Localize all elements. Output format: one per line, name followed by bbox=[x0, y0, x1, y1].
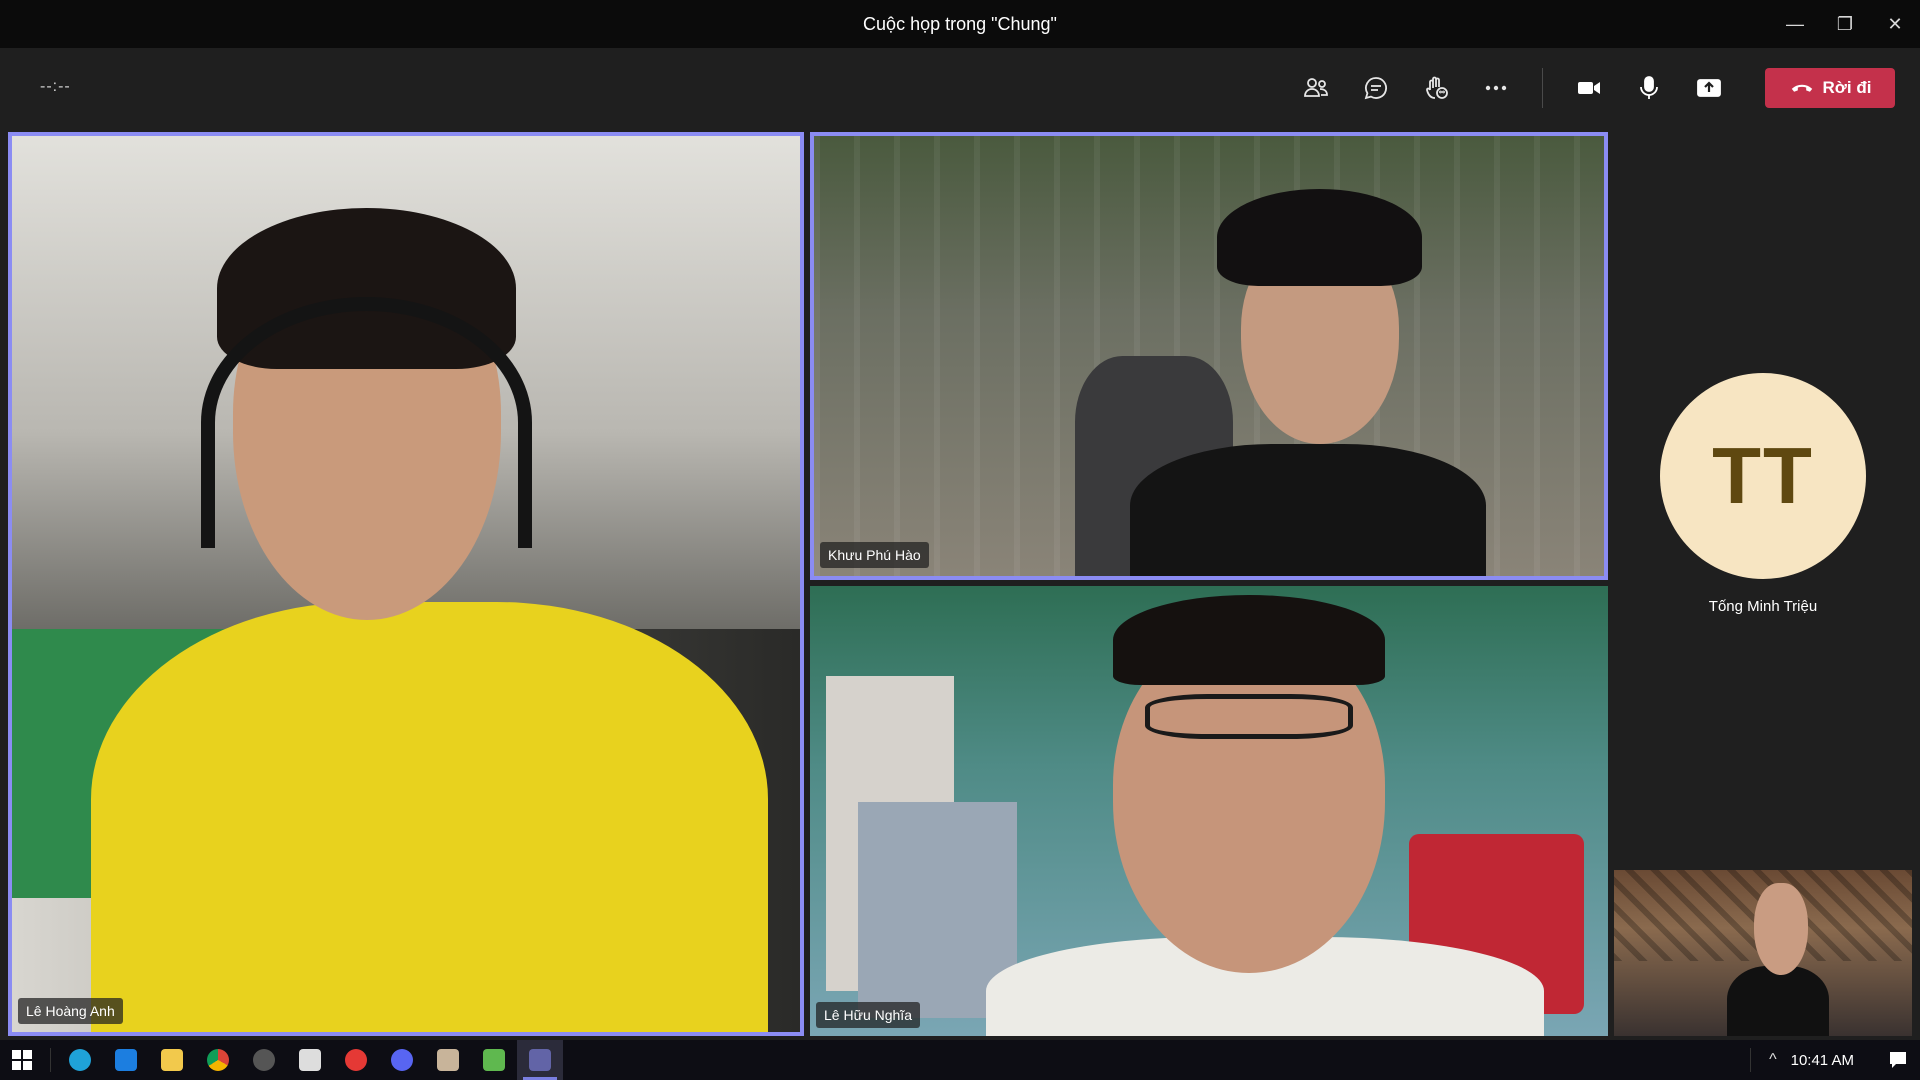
taskbar-edge[interactable] bbox=[57, 1040, 103, 1080]
meeting-timer: --:-- bbox=[40, 78, 71, 95]
leave-label: Rời đi bbox=[1822, 78, 1872, 97]
participant-video bbox=[1727, 966, 1829, 1036]
meeting-toolbar: --:-- Rời đi bbox=[0, 48, 1920, 128]
folder-icon bbox=[161, 1049, 183, 1071]
app-icon bbox=[345, 1049, 367, 1071]
participant-name-tag: Lê Hoàng Anh bbox=[18, 998, 123, 1024]
taskbar-app-9[interactable] bbox=[425, 1040, 471, 1080]
participant-video bbox=[1145, 694, 1353, 739]
taskbar-chrome[interactable] bbox=[195, 1040, 241, 1080]
camera-button[interactable] bbox=[1567, 66, 1611, 110]
microphone-button[interactable] bbox=[1627, 66, 1671, 110]
participant-avatar-tile[interactable]: TT Tống Minh Triệu bbox=[1614, 132, 1912, 872]
phone-hangup-icon bbox=[1791, 84, 1812, 92]
video-tile-le-hoang-anh[interactable]: Lê Hoàng Anh bbox=[8, 132, 804, 1036]
show-hidden-icons-button[interactable]: ^ bbox=[1769, 1051, 1777, 1069]
more-icon bbox=[1485, 85, 1507, 91]
microphone-icon bbox=[1640, 76, 1658, 99]
edge-icon bbox=[69, 1049, 91, 1071]
start-button[interactable] bbox=[0, 1040, 44, 1080]
participant-name: Tống Minh Triệu bbox=[1708, 598, 1818, 615]
reactions-icon bbox=[1426, 76, 1448, 99]
system-tray: ^ 10:41 AM bbox=[1750, 1040, 1920, 1080]
avatar-initials: TT bbox=[1712, 431, 1814, 520]
chrome-icon bbox=[207, 1049, 229, 1071]
taskbar-app-10[interactable] bbox=[471, 1040, 517, 1080]
windows-logo-icon bbox=[12, 1050, 32, 1070]
windows-taskbar: ^ 10:41 AM bbox=[0, 1040, 1920, 1080]
self-video-preview[interactable] bbox=[1614, 870, 1912, 1036]
avatar: TT bbox=[1660, 373, 1866, 579]
discord-icon bbox=[391, 1049, 413, 1071]
taskbar-divider bbox=[50, 1048, 51, 1072]
share-icon bbox=[1697, 79, 1721, 97]
participant-video bbox=[90, 601, 769, 1032]
participant-video bbox=[201, 297, 533, 549]
taskbar-teams[interactable] bbox=[517, 1040, 563, 1080]
app-icon bbox=[299, 1049, 321, 1071]
window-controls: — ❐ ✕ bbox=[1770, 0, 1920, 48]
participant-name-tag: Lê Hữu Nghĩa bbox=[816, 1002, 920, 1028]
taskbar-mail[interactable] bbox=[103, 1040, 149, 1080]
meeting-controls: Rời đi bbox=[1286, 66, 1895, 110]
taskbar-app-6[interactable] bbox=[287, 1040, 333, 1080]
participant-video bbox=[1130, 444, 1486, 576]
close-button[interactable]: ✕ bbox=[1870, 0, 1920, 48]
minimize-button[interactable]: — bbox=[1770, 0, 1820, 48]
taskbar-discord[interactable] bbox=[379, 1040, 425, 1080]
notification-icon bbox=[1890, 1052, 1906, 1068]
camera-icon bbox=[1578, 82, 1600, 94]
toolbar-divider bbox=[1542, 68, 1543, 108]
taskbar-app-5[interactable] bbox=[241, 1040, 287, 1080]
mail-icon bbox=[115, 1049, 137, 1071]
participant-name-tag: Khưu Phú Hào bbox=[820, 542, 929, 568]
title-bar: Cuộc họp trong "Chung" — ❐ ✕ bbox=[0, 0, 1920, 48]
restore-button[interactable]: ❐ bbox=[1820, 0, 1870, 48]
leave-meeting-button[interactable]: Rời đi bbox=[1765, 68, 1895, 108]
reactions-button[interactable] bbox=[1414, 66, 1458, 110]
taskbar-clock[interactable]: 10:41 AM bbox=[1791, 1052, 1854, 1069]
app-icon bbox=[437, 1049, 459, 1071]
video-tile-khuu-phu-hao[interactable]: Khưu Phú Hào bbox=[810, 132, 1608, 580]
participants-button[interactable] bbox=[1294, 66, 1338, 110]
video-tile-le-huu-nghia[interactable]: Lê Hữu Nghĩa bbox=[810, 586, 1608, 1036]
notification-button[interactable] bbox=[1876, 1040, 1920, 1080]
taskbar-file-explorer[interactable] bbox=[149, 1040, 195, 1080]
window-title: Cuộc họp trong "Chung" bbox=[863, 13, 1057, 34]
chat-button[interactable] bbox=[1354, 66, 1398, 110]
app-icon bbox=[483, 1049, 505, 1071]
taskbar-divider bbox=[1750, 1048, 1752, 1072]
participant-video bbox=[1754, 883, 1808, 975]
teams-icon bbox=[529, 1049, 551, 1071]
chat-icon bbox=[1364, 77, 1387, 100]
more-options-button[interactable] bbox=[1474, 66, 1518, 110]
participant-video bbox=[1113, 595, 1385, 685]
participant-video bbox=[1216, 188, 1423, 286]
participants-icon bbox=[1304, 78, 1328, 97]
share-screen-button[interactable] bbox=[1687, 66, 1731, 110]
app-icon bbox=[253, 1049, 275, 1071]
taskbar-app-7[interactable] bbox=[333, 1040, 379, 1080]
